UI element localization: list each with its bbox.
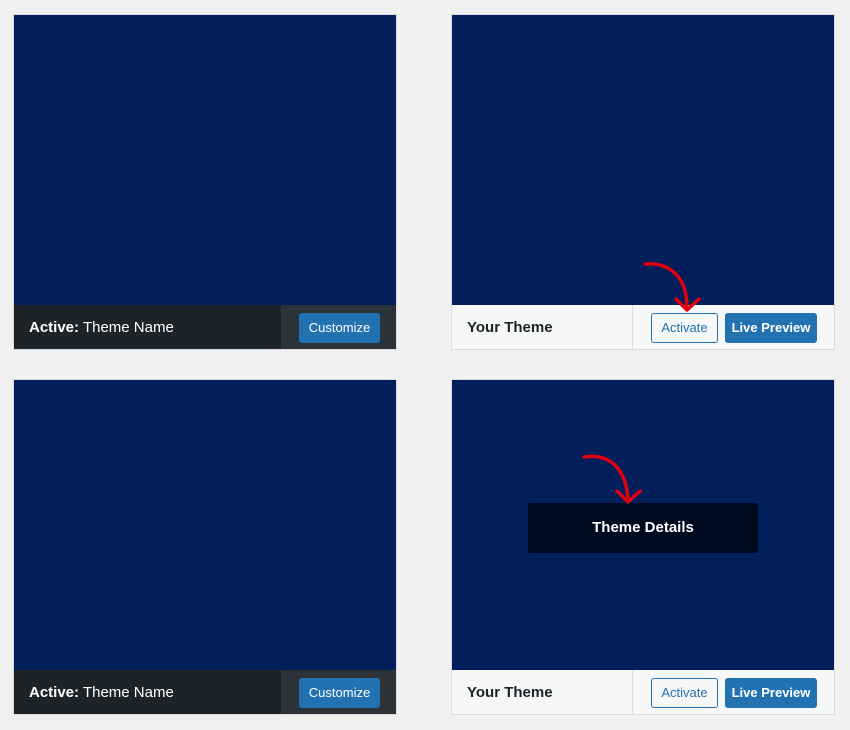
activate-button[interactable]: Activate [651,678,718,708]
theme-screenshot[interactable] [14,15,396,305]
live-preview-button[interactable]: Live Preview [725,313,817,343]
theme-title: Your Theme [467,684,553,701]
live-preview-button[interactable]: Live Preview [725,678,817,708]
theme-name-bar: Active: Theme Name Customize [14,670,396,714]
theme-name-bar: Active: Theme Name Customize [14,305,396,349]
customize-button[interactable]: Customize [299,678,380,708]
theme-name: Active: Theme Name [29,305,174,349]
theme-actions: Customize [281,670,396,714]
theme-screenshot[interactable] [14,380,396,670]
active-label: Active: [29,684,80,701]
theme-actions: Activate Live Preview [632,670,834,714]
theme-screenshot[interactable]: Theme Details [452,380,834,670]
curved-arrow-icon [643,262,701,312]
theme-name-bar: Your Theme Activate Live Preview [452,670,834,714]
theme-title: Your Theme [467,319,553,336]
theme-title: Theme Name [82,319,174,336]
curved-arrow-icon [582,454,642,504]
active-label: Active: [29,319,80,336]
customize-button[interactable]: Customize [299,313,380,343]
theme-title: Theme Name [82,684,174,701]
theme-details-button[interactable]: Theme Details [528,503,758,553]
theme-card-inactive-hover[interactable]: Theme Details Your Theme Activate Live P… [451,379,835,715]
theme-name: Active: Theme Name [29,670,174,714]
theme-card-active[interactable]: Active: Theme Name Customize [13,14,397,350]
theme-card-active[interactable]: Active: Theme Name Customize [13,379,397,715]
theme-actions: Customize [281,305,396,349]
